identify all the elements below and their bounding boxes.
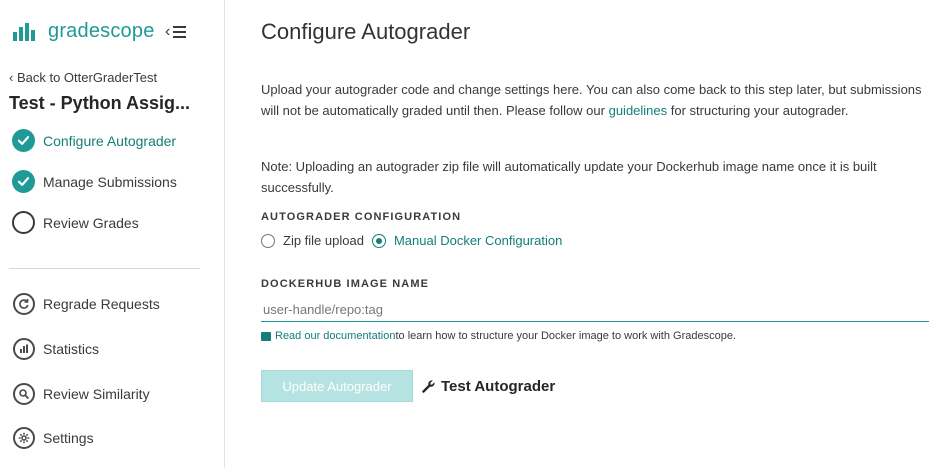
similarity-icon — [12, 382, 35, 405]
documentation-link[interactable]: Read our documentation — [275, 330, 395, 342]
statistics-icon — [12, 337, 35, 360]
book-icon — [261, 331, 271, 341]
radio-label: Zip file upload — [283, 233, 364, 248]
documentation-hint: Read our documentation to learn how to s… — [261, 330, 736, 342]
note-text: Note: Uploading an autograder zip file w… — [261, 159, 877, 195]
dockerhub-image-label: DOCKERHUB IMAGE NAME — [261, 278, 430, 290]
test-autograder-label: Test Autograder — [441, 377, 556, 395]
back-link[interactable]: ‹ Back to OtterGraderTest — [9, 70, 157, 85]
check-circle-icon — [12, 170, 35, 193]
sidebar-item-settings[interactable]: Settings — [12, 426, 94, 449]
config-radio-group: Zip file upload Manual Docker Configurat… — [261, 233, 570, 248]
sidebar-item-manage-submissions[interactable]: Manage Submissions — [12, 170, 177, 193]
intro-text: Upload your autograder code and change s… — [261, 79, 926, 121]
radio-zip-upload[interactable]: Zip file upload — [261, 233, 364, 248]
check-circle-icon — [12, 129, 35, 152]
sidebar-item-label: Review Similarity — [43, 385, 150, 402]
sidebar: gradescope ‹ ‹ Back to OtterGraderTest T… — [0, 0, 225, 468]
documentation-hint-text: to learn how to structure your Docker im… — [395, 330, 737, 342]
radio-manual-docker[interactable]: Manual Docker Configuration — [371, 233, 563, 248]
test-autograder-button[interactable]: Test Autograder — [421, 370, 555, 402]
intro-text-end: for structuring your autograder. — [667, 103, 849, 118]
sidebar-item-review-grades[interactable]: Review Grades — [12, 211, 139, 234]
chevron-left-icon: ‹ — [9, 70, 17, 85]
empty-circle-icon — [12, 211, 35, 234]
brand-name: gradescope — [48, 20, 155, 42]
update-autograder-button[interactable]: Update Autograder — [261, 370, 413, 402]
guidelines-link[interactable]: guidelines — [609, 103, 668, 118]
sidebar-item-statistics[interactable]: Statistics — [12, 337, 99, 360]
collapse-sidebar-button[interactable]: ‹ — [165, 23, 187, 41]
sidebar-item-label: Regrade Requests — [43, 295, 160, 312]
chevron-left-icon: ‹ — [165, 23, 171, 40]
wrench-icon — [421, 379, 436, 394]
assignment-title: Test - Python Assig... — [9, 93, 191, 113]
regrade-icon — [12, 292, 35, 315]
sidebar-item-label: Statistics — [43, 340, 100, 357]
page-title: Configure Autograder — [261, 19, 471, 44]
hamburger-icon — [173, 26, 187, 38]
autograder-config-label: AUTOGRADER CONFIGURATION — [261, 211, 462, 223]
dockerhub-image-input[interactable] — [261, 298, 929, 322]
sidebar-item-label: Settings — [43, 429, 94, 446]
sidebar-item-label: Review Grades — [43, 214, 139, 231]
gear-icon — [12, 426, 35, 449]
sidebar-item-label: Configure Autograder — [43, 132, 177, 149]
logo-bars-icon — [13, 22, 35, 41]
sidebar-item-configure-autograder[interactable]: Configure Autograder — [12, 129, 176, 152]
sidebar-item-regrade-requests[interactable]: Regrade Requests — [12, 292, 160, 315]
radio-label: Manual Docker Configuration — [393, 233, 563, 248]
back-link-label: Back to OtterGraderTest — [16, 70, 158, 85]
sidebar-item-review-similarity[interactable]: Review Similarity — [12, 382, 150, 405]
sidebar-divider — [9, 268, 200, 269]
radio-button-selected[interactable] — [371, 233, 386, 248]
gradescope-logo[interactable]: gradescope — [13, 20, 155, 43]
radio-button-unselected[interactable] — [261, 233, 275, 248]
sidebar-item-label: Manage Submissions — [43, 173, 177, 190]
